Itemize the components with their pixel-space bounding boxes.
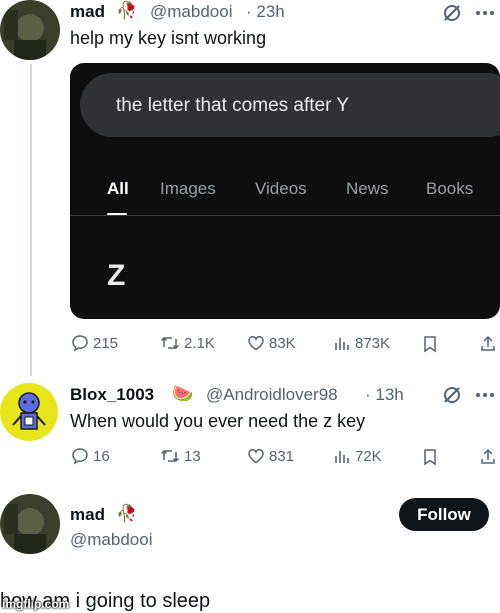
tweet-text: help my key isnt working [70,28,267,48]
media-google-search-screenshot[interactable]: the letter that comes after Y All Images… [70,63,500,319]
tab-news: News [346,179,389,198]
avatar[interactable] [0,494,60,554]
view-count: 72K [355,447,382,465]
handle[interactable]: @mabdooi [150,2,232,22]
timestamp[interactable]: · 13h [365,385,404,405]
search-bar: the letter that comes after Y [80,73,500,137]
more-icon[interactable] [474,2,496,24]
heart-icon [248,449,264,464]
tab-all: All [107,179,129,198]
views-icon [335,338,349,350]
timestamp[interactable]: · 23h [246,2,285,22]
repost-button[interactable]: 13 [160,447,201,465]
follow-button[interactable]: Follow [399,498,489,531]
share-icon[interactable] [478,334,498,354]
display-name[interactable]: mad [70,2,105,22]
like-button[interactable]: 831 [247,447,294,465]
view-count: 873K [355,334,391,352]
repost-count: 13 [184,447,201,465]
search-query: the letter that comes after Y [116,95,350,116]
grok-icon[interactable] [441,2,463,24]
like-count: 831 [269,447,295,465]
rose-emoji: 🥀 [116,504,138,523]
reply-count: 16 [93,447,110,465]
tabs-divider [70,215,500,216]
bookmark-icon[interactable] [420,447,440,467]
like-button[interactable]: 83K [247,334,296,352]
avatar[interactable] [0,383,58,441]
watermelon-emoji: 🍉 [172,384,194,403]
reply-button[interactable]: 215 [71,334,118,352]
handle[interactable]: @mabdooi [70,530,152,550]
views-icon [335,451,349,463]
repost-icon [160,336,180,350]
display-name[interactable]: Blox_1003 [70,385,154,405]
views-button[interactable]: 72K [333,447,382,465]
thread-line [30,64,32,376]
imgflip-watermark: imgflip.com [2,597,70,611]
repost-button[interactable]: 2.1K [160,334,215,352]
more-icon[interactable] [474,384,496,406]
repost-icon [160,449,180,463]
tab-books: Books [426,179,474,198]
bookmark-icon[interactable] [420,334,440,354]
handle[interactable]: @Androidlover98 [206,385,338,405]
tab-images: Images [160,179,216,198]
reply-icon [72,448,88,465]
reply-icon [72,335,88,352]
heart-icon [248,336,264,351]
search-result: Z [107,259,126,292]
reply-count: 215 [93,334,119,352]
share-icon[interactable] [478,447,498,467]
tab-videos: Videos [255,179,307,198]
tweet-text: When would you ever need the z key [70,411,366,431]
like-count: 83K [269,334,296,352]
avatar[interactable] [0,0,60,60]
reply-button[interactable]: 16 [71,447,110,465]
display-name[interactable]: mad [70,505,105,525]
views-button[interactable]: 873K [333,334,390,352]
repost-count: 2.1K [184,334,215,352]
grok-icon[interactable] [441,384,463,406]
rose-emoji: 🥀 [116,1,138,20]
